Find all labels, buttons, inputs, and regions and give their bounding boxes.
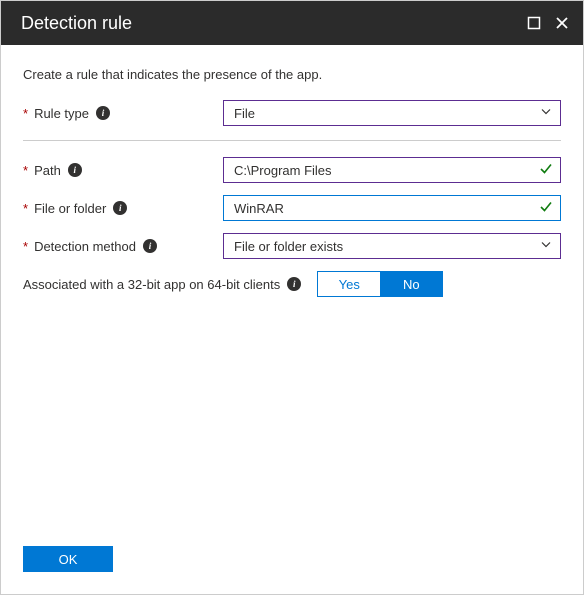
path-label-text: Path [34,163,61,178]
window-title: Detection rule [21,13,527,34]
rule-type-label-text: Rule type [34,106,89,121]
description-text: Create a rule that indicates the presenc… [23,67,561,82]
footer: OK [1,530,583,594]
content-area: Create a rule that indicates the presenc… [1,45,583,530]
path-input[interactable] [223,157,561,183]
file-folder-input[interactable] [223,195,561,221]
required-marker: * [23,239,28,254]
associated-32bit-label: Associated with a 32-bit app on 64-bit c… [23,277,280,292]
rule-type-label: * Rule type i [23,106,223,121]
detection-method-select[interactable]: File or folder exists [223,233,561,259]
path-field [223,157,561,183]
chevron-down-icon [540,239,552,254]
required-marker: * [23,163,28,178]
detection-method-label-text: Detection method [34,239,136,254]
titlebar-actions [527,16,569,30]
path-label: * Path i [23,163,223,178]
checkmark-icon [539,162,553,179]
info-icon[interactable]: i [287,277,301,291]
detection-method-row: * Detection method i File or folder exis… [23,233,561,259]
toggle-no-button[interactable]: No [380,272,442,296]
chevron-down-icon [540,106,552,121]
required-marker: * [23,106,28,121]
detection-method-label: * Detection method i [23,239,223,254]
file-folder-row: * File or folder i [23,195,561,221]
associated-32bit-row: Associated with a 32-bit app on 64-bit c… [23,271,561,297]
divider [23,140,561,141]
rule-type-field: File [223,100,561,126]
checkmark-icon [539,200,553,217]
toggle-yes-button[interactable]: Yes [318,272,380,296]
detection-method-field: File or folder exists [223,233,561,259]
yes-no-toggle: Yes No [317,271,443,297]
detection-method-value: File or folder exists [234,239,343,254]
file-folder-label: * File or folder i [23,201,223,216]
file-folder-label-text: File or folder [34,201,106,216]
info-icon[interactable]: i [68,163,82,177]
path-row: * Path i [23,157,561,183]
info-icon[interactable]: i [96,106,110,120]
info-icon[interactable]: i [113,201,127,215]
close-icon[interactable] [555,16,569,30]
info-icon[interactable]: i [143,239,157,253]
required-marker: * [23,201,28,216]
rule-type-row: * Rule type i File [23,100,561,126]
file-folder-field [223,195,561,221]
rule-type-select[interactable]: File [223,100,561,126]
maximize-icon[interactable] [527,16,541,30]
ok-button[interactable]: OK [23,546,113,572]
rule-type-value: File [234,106,255,121]
titlebar: Detection rule [1,1,583,45]
